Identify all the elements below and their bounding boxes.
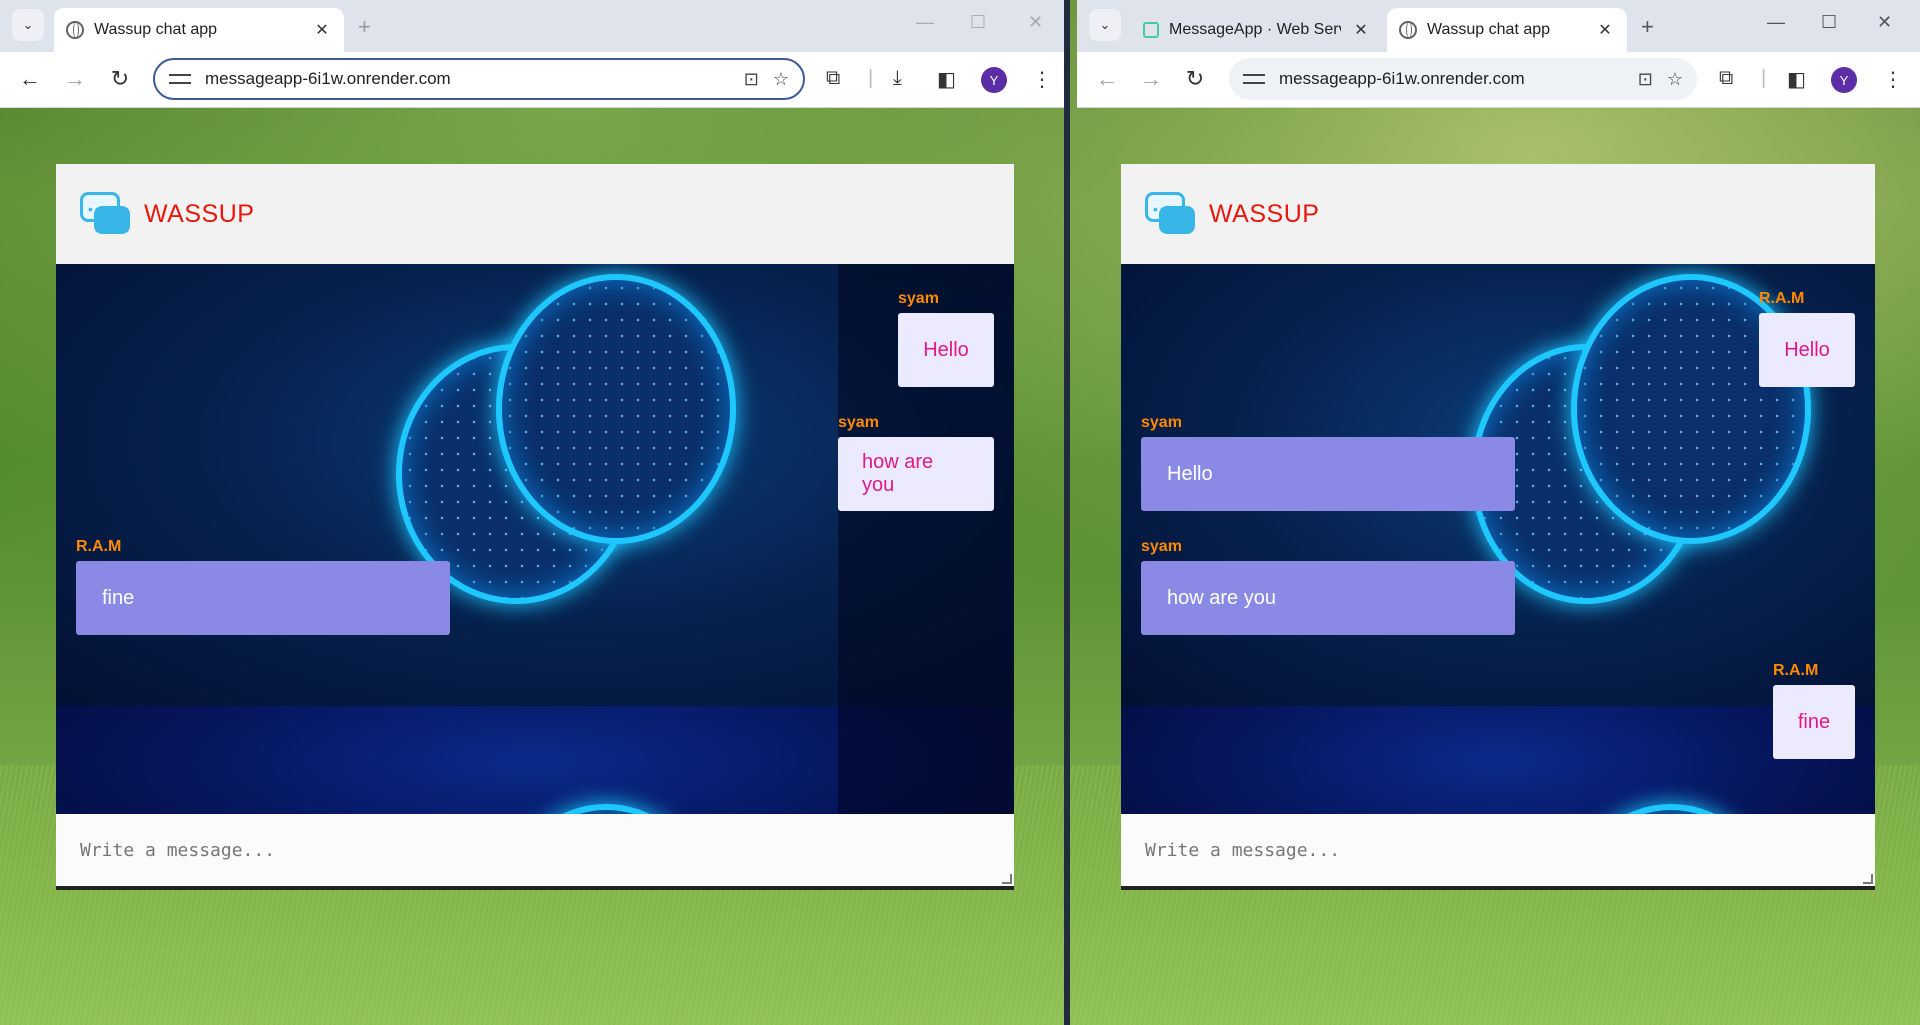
- resize-handle[interactable]: [1863, 874, 1873, 884]
- message-bubble: Hello: [1141, 437, 1515, 511]
- minimize-button[interactable]: —: [1767, 12, 1785, 33]
- close-window-button[interactable]: ✕: [1877, 12, 1892, 33]
- message-bubble: fine: [76, 561, 450, 635]
- message-bubble: Hello: [1759, 313, 1855, 387]
- chat-bubbles-icon: •••: [1145, 190, 1197, 238]
- close-window-button[interactable]: ✕: [1028, 12, 1043, 33]
- brand-title: WASSUP: [1209, 199, 1320, 228]
- chat-app: ••• WASSUP syam Hello syam how are you R…: [56, 164, 1014, 890]
- chat-app: ••• WASSUP R.A.M Hello syam Hello syam h…: [1121, 164, 1875, 890]
- maximize-button[interactable]: ☐: [970, 12, 986, 33]
- puzzle-icon[interactable]: ⧉: [826, 67, 840, 90]
- tab-title: Wassup chat app: [94, 21, 218, 38]
- message-composer: [56, 814, 1014, 890]
- maximize-button[interactable]: ☐: [1821, 12, 1837, 33]
- message-sender: syam: [1141, 538, 1182, 555]
- message-composer: [1121, 814, 1875, 890]
- background-bubble-art: [496, 274, 736, 544]
- translate-icon[interactable]: ⊡: [744, 69, 759, 90]
- message-sender: R.A.M: [1759, 290, 1805, 307]
- chat-messages: syam Hello syam how are you R.A.M fine: [56, 264, 1014, 890]
- title-bar: ⌄ Wassup chat app ✕ + — ☐ ✕: [0, 0, 1064, 52]
- browser-window-left: ⌄ Wassup chat app ✕ + — ☐ ✕ ← → ↻ messag…: [0, 0, 1070, 1025]
- browser-window-right: ⌄ MessageApp · Web Servi ✕ Wassup chat a…: [1077, 0, 1920, 1025]
- app-header: ••• WASSUP: [1121, 164, 1875, 264]
- address-bar[interactable]: messageapp-6i1w.onrender.com ⊡ ☆: [1229, 58, 1697, 100]
- tune-icon[interactable]: [169, 71, 191, 87]
- kebab-menu-icon[interactable]: ⋮: [1883, 67, 1903, 92]
- download-icon[interactable]: ⤓: [893, 67, 902, 90]
- message-item: R.A.M fine: [76, 538, 450, 635]
- url-text[interactable]: messageapp-6i1w.onrender.com: [205, 69, 730, 89]
- message-bubble: fine: [1773, 685, 1855, 759]
- side-panel-icon[interactable]: ◧: [1787, 67, 1806, 92]
- url-text[interactable]: messageapp-6i1w.onrender.com: [1279, 69, 1624, 89]
- message-input[interactable]: [1121, 814, 1875, 886]
- close-tab-icon[interactable]: ✕: [1595, 20, 1615, 40]
- close-tab-icon[interactable]: ✕: [1351, 20, 1371, 40]
- reload-button[interactable]: ↻: [1181, 66, 1209, 92]
- address-bar[interactable]: messageapp-6i1w.onrender.com ⊡ ☆: [153, 58, 805, 100]
- message-item: syam how are you: [838, 414, 994, 511]
- chevron-down-icon: ⌄: [22, 17, 34, 32]
- message-sender: R.A.M: [76, 538, 122, 555]
- message-bubble: how are you: [1141, 561, 1515, 635]
- chevron-down-icon: ⌄: [1099, 17, 1111, 32]
- minimize-button[interactable]: —: [916, 12, 934, 33]
- message-sender: syam: [1141, 414, 1182, 431]
- toolbar-divider: |: [868, 67, 874, 89]
- message-item: syam how are you: [1141, 538, 1515, 635]
- star-icon[interactable]: ☆: [1667, 69, 1683, 90]
- avatar[interactable]: Y: [981, 67, 1007, 93]
- message-item: R.A.M Hello: [1759, 290, 1855, 387]
- forward-button[interactable]: →: [1137, 66, 1165, 92]
- message-bubble: Hello: [898, 313, 994, 387]
- star-icon[interactable]: ☆: [773, 69, 789, 90]
- kebab-menu-icon[interactable]: ⋮: [1032, 67, 1052, 92]
- back-button[interactable]: ←: [16, 66, 44, 92]
- page-viewport: ••• WASSUP R.A.M Hello syam Hello syam h…: [1077, 108, 1920, 1025]
- message-sender: syam: [898, 290, 939, 307]
- translate-icon[interactable]: ⊡: [1638, 69, 1653, 90]
- brand-title: WASSUP: [144, 199, 255, 228]
- service-icon: [1143, 22, 1159, 38]
- tune-icon[interactable]: [1243, 71, 1265, 87]
- new-tab-button[interactable]: +: [358, 14, 371, 40]
- chat-bubbles-icon: •••: [80, 190, 132, 238]
- side-panel-icon[interactable]: ◧: [937, 67, 956, 92]
- close-tab-icon[interactable]: ✕: [312, 20, 332, 40]
- tab-title: Wassup chat app: [1427, 21, 1551, 38]
- puzzle-icon[interactable]: ⧉: [1719, 67, 1733, 90]
- message-item: syam Hello: [1141, 414, 1515, 511]
- message-item: syam Hello: [898, 290, 994, 387]
- avatar[interactable]: Y: [1831, 67, 1857, 93]
- message-sender: R.A.M: [1773, 662, 1819, 679]
- message-input[interactable]: [56, 814, 1014, 886]
- forward-button[interactable]: →: [61, 66, 89, 92]
- tab-search-button[interactable]: ⌄: [12, 9, 44, 41]
- message-sender: syam: [838, 414, 879, 431]
- browser-toolbar: ← → ↻ messageapp-6i1w.onrender.com ⊡ ☆ ⧉…: [1077, 52, 1920, 108]
- globe-icon: [1399, 21, 1417, 39]
- page-viewport: ••• WASSUP syam Hello syam how are you R…: [0, 108, 1064, 1025]
- chat-messages: R.A.M Hello syam Hello syam how are you …: [1121, 264, 1875, 890]
- reload-button[interactable]: ↻: [106, 66, 134, 92]
- tab-messageapp[interactable]: MessageApp · Web Servi ✕: [1131, 8, 1383, 52]
- browser-toolbar: ← → ↻ messageapp-6i1w.onrender.com ⊡ ☆ ⧉…: [0, 52, 1064, 108]
- back-button[interactable]: ←: [1093, 66, 1121, 92]
- tab-title: MessageApp · Web Servi: [1169, 21, 1341, 38]
- globe-icon: [66, 21, 84, 39]
- resize-handle[interactable]: [1002, 874, 1012, 884]
- toolbar-divider: |: [1761, 67, 1767, 89]
- tab-wassup[interactable]: Wassup chat app ✕: [54, 8, 344, 52]
- app-header: ••• WASSUP: [56, 164, 1014, 264]
- message-bubble: how are you: [838, 437, 994, 511]
- title-bar: ⌄ MessageApp · Web Servi ✕ Wassup chat a…: [1077, 0, 1920, 52]
- tab-search-button[interactable]: ⌄: [1089, 9, 1121, 41]
- message-item: R.A.M fine: [1773, 662, 1855, 759]
- new-tab-button[interactable]: +: [1641, 14, 1654, 40]
- tab-wassup[interactable]: Wassup chat app ✕: [1387, 8, 1627, 52]
